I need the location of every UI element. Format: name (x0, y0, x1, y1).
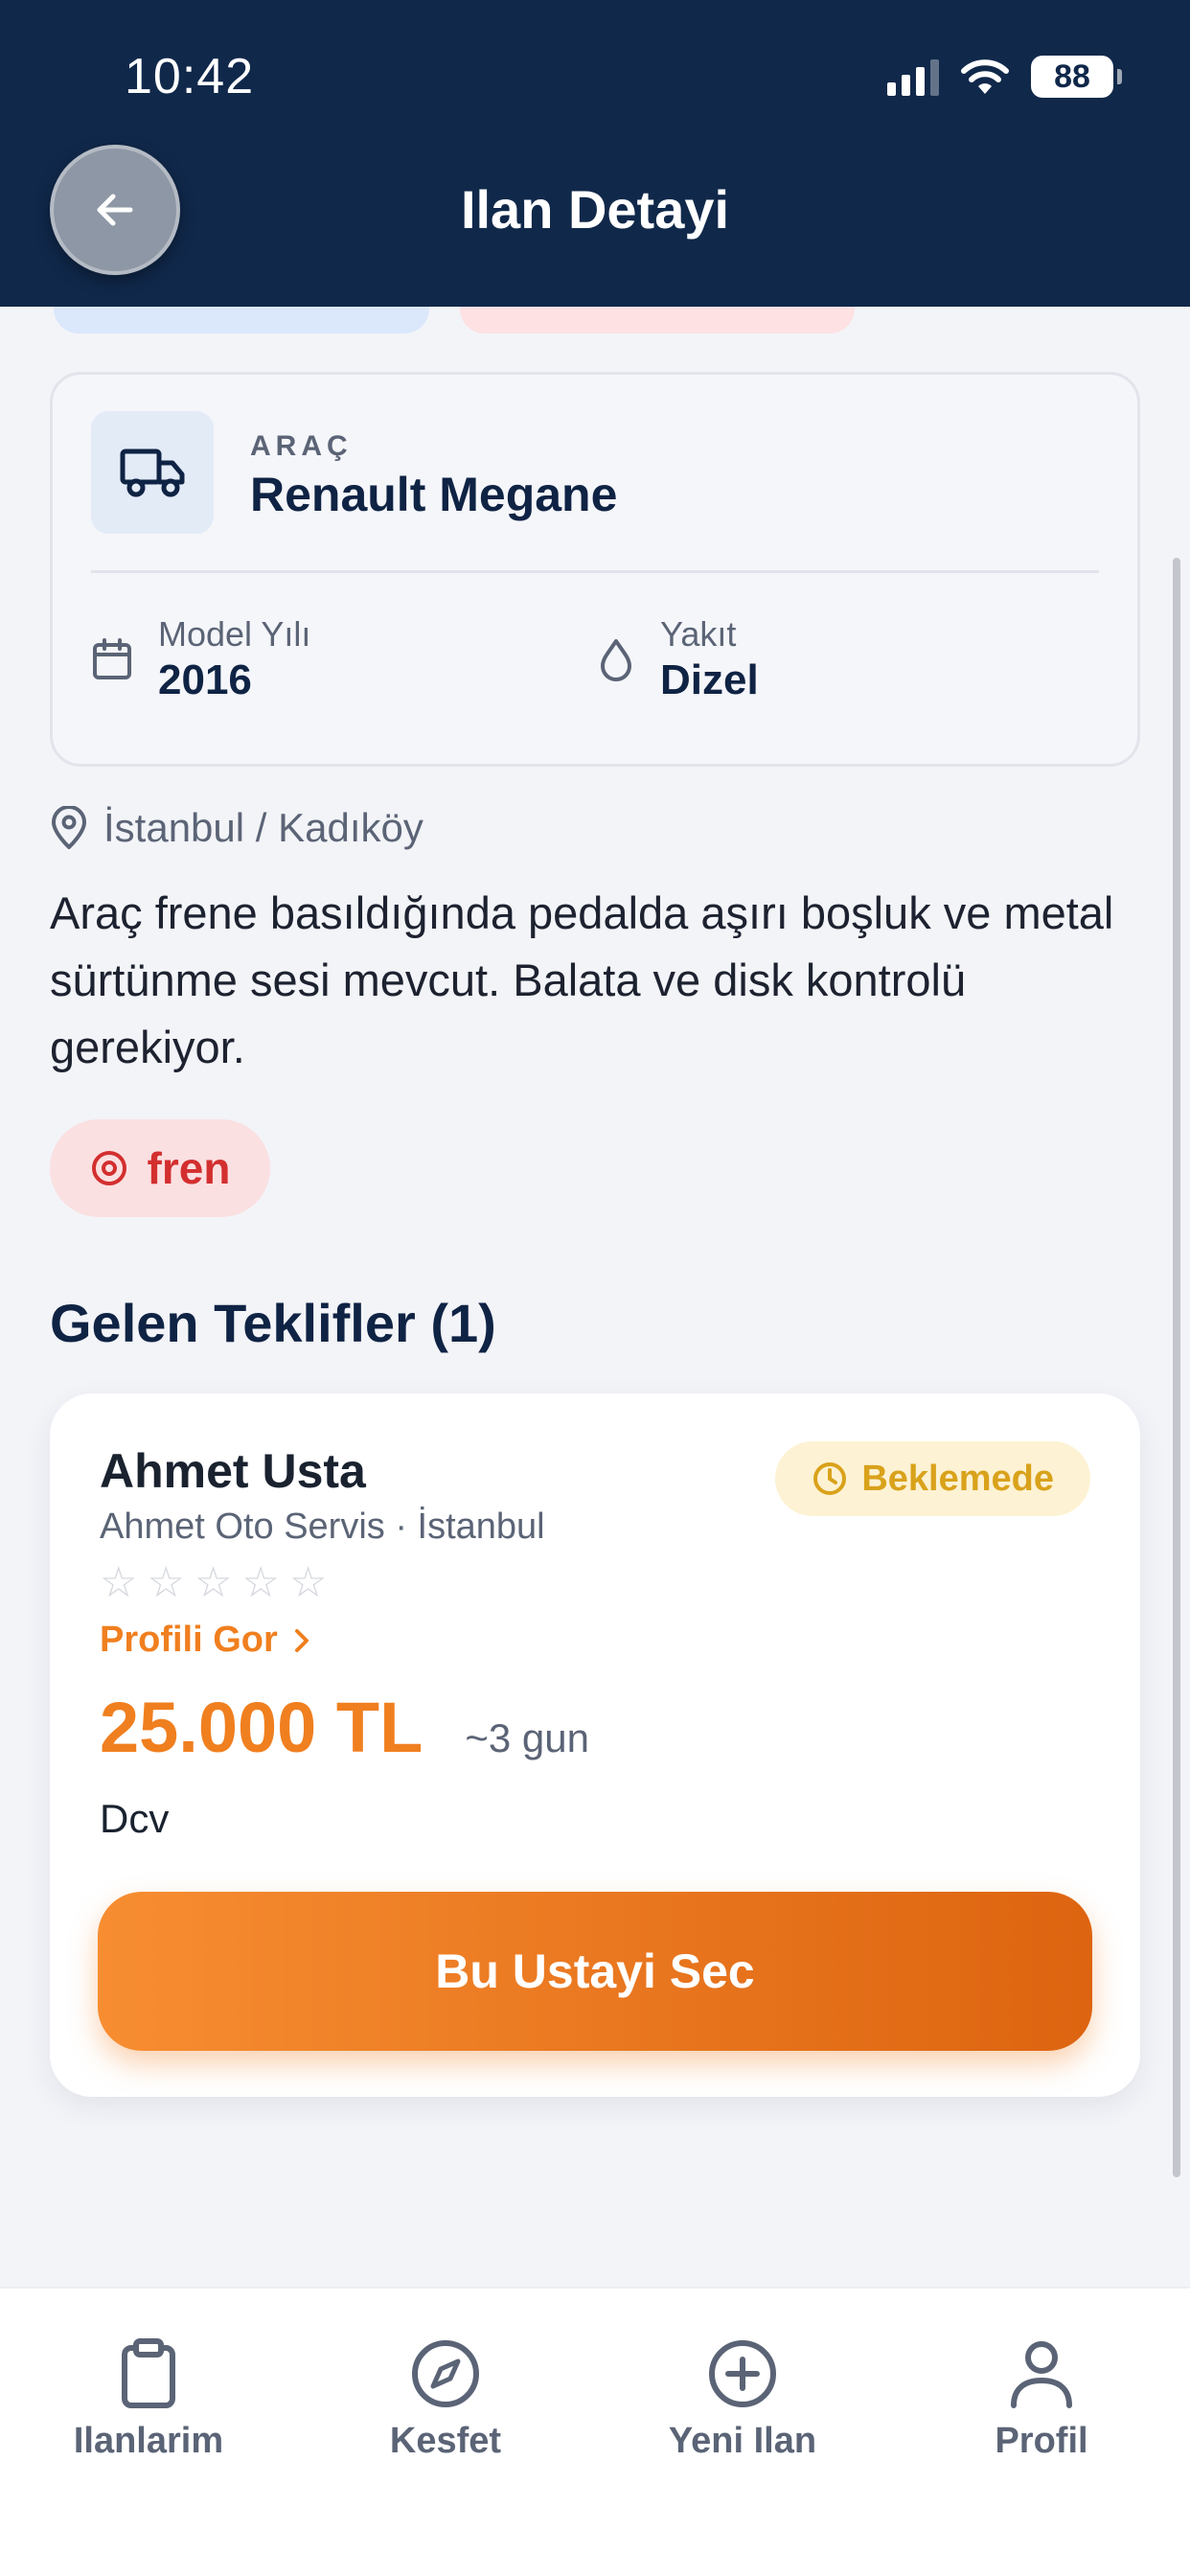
truck-icon (120, 448, 185, 497)
vehicle-card: ARAÇ Renault Megane Model Yılı 2016 Yakı… (50, 372, 1140, 767)
listing-location: İstanbul / Kadıköy (50, 805, 423, 851)
star-icon: ☆ (288, 1559, 328, 1606)
nav-label: Profil (995, 2421, 1088, 2461)
year-value: 2016 (158, 656, 252, 703)
view-profile-link[interactable]: Profili Gor (100, 1620, 312, 1661)
app-header: 10:42 88 Ilan Detayi (0, 0, 1190, 307)
status-time: 10:42 (125, 49, 255, 104)
status-icons: 88 (887, 56, 1122, 98)
vehicle-caption: ARAÇ (250, 430, 353, 462)
star-icon: ☆ (147, 1559, 185, 1606)
droplet-icon (601, 639, 631, 681)
year-label: Model Yılı (158, 614, 311, 654)
star-icon: ☆ (241, 1559, 280, 1606)
tag-label: fren (147, 1143, 231, 1193)
plus-circle-icon (709, 2340, 776, 2407)
scrollbar[interactable] (1173, 558, 1180, 2177)
clipboard-icon (122, 2338, 175, 2408)
fuel-value: Dizel (660, 656, 759, 703)
signal-icon (887, 58, 939, 96)
nav-label: Ilanlarim (73, 2421, 224, 2461)
fuel-label: Yakıt (660, 614, 737, 654)
wifi-icon (961, 59, 1009, 94)
vehicle-name: Renault Megane (250, 468, 618, 521)
nav-label: Kesfet (389, 2421, 502, 2461)
status-badge: Beklemede (775, 1441, 1090, 1516)
select-mechanic-button[interactable]: Bu Ustayi Sec (98, 1892, 1092, 2051)
star-icon: ☆ (194, 1559, 233, 1606)
mechanic-shop: Ahmet Oto Servis · İstanbul (100, 1506, 545, 1547)
offer-price: 25.000 TL (100, 1688, 423, 1767)
divider (91, 570, 1099, 573)
user-icon (1011, 2341, 1072, 2408)
nav-item-profil[interactable]: Profil (922, 2338, 1161, 2462)
spec-model-year: Model Yılı 2016 (91, 614, 310, 704)
bottom-nav: Ilanlarim Kesfet Yeni Ilan Profil (0, 2287, 1190, 2576)
star-icon: ☆ (100, 1559, 138, 1606)
compass-icon (412, 2340, 479, 2407)
page-title: Ilan Detayi (460, 179, 730, 240)
map-pin-icon (52, 806, 86, 849)
nav-item-yeni-ilan[interactable]: Yeni Ilan (623, 2338, 862, 2462)
location-text: İstanbul / Kadıköy (103, 805, 423, 850)
listing-description: Araç frene basıldığında pedalda aşırı bo… (50, 887, 1114, 1072)
vehicle-icon-box (91, 411, 214, 534)
mechanic-name: Ahmet Usta (100, 1444, 366, 1498)
nav-label: Yeni Ilan (668, 2421, 817, 2461)
offer-card: Ahmet Usta Ahmet Oto Servis · İstanbul B… (50, 1393, 1140, 2097)
nav-item-ilanlarim[interactable]: Ilanlarim (29, 2338, 268, 2462)
offer-duration: ~3 gun (465, 1715, 589, 1760)
chevron-right-icon (294, 1628, 309, 1652)
offers-section-title: Gelen Teklifler (1) (50, 1293, 496, 1353)
category-tag: fren (50, 1119, 270, 1217)
status-label: Beklemede (861, 1458, 1054, 1499)
nav-item-kesfet[interactable]: Kesfet (326, 2338, 565, 2462)
calendar-icon (93, 638, 131, 679)
offer-note: Dcv (100, 1796, 170, 1841)
profile-link-label: Profili Gor (100, 1620, 278, 1660)
price-row: 25.000 TL ~3 gun (100, 1687, 589, 1768)
battery-indicator: 88 (1031, 56, 1122, 98)
target-icon (91, 1151, 126, 1185)
spec-fuel: Yakıt Dizel (597, 614, 759, 704)
clock-icon (813, 1462, 847, 1495)
rating-stars: ☆ ☆ ☆ ☆ ☆ (100, 1562, 327, 1604)
